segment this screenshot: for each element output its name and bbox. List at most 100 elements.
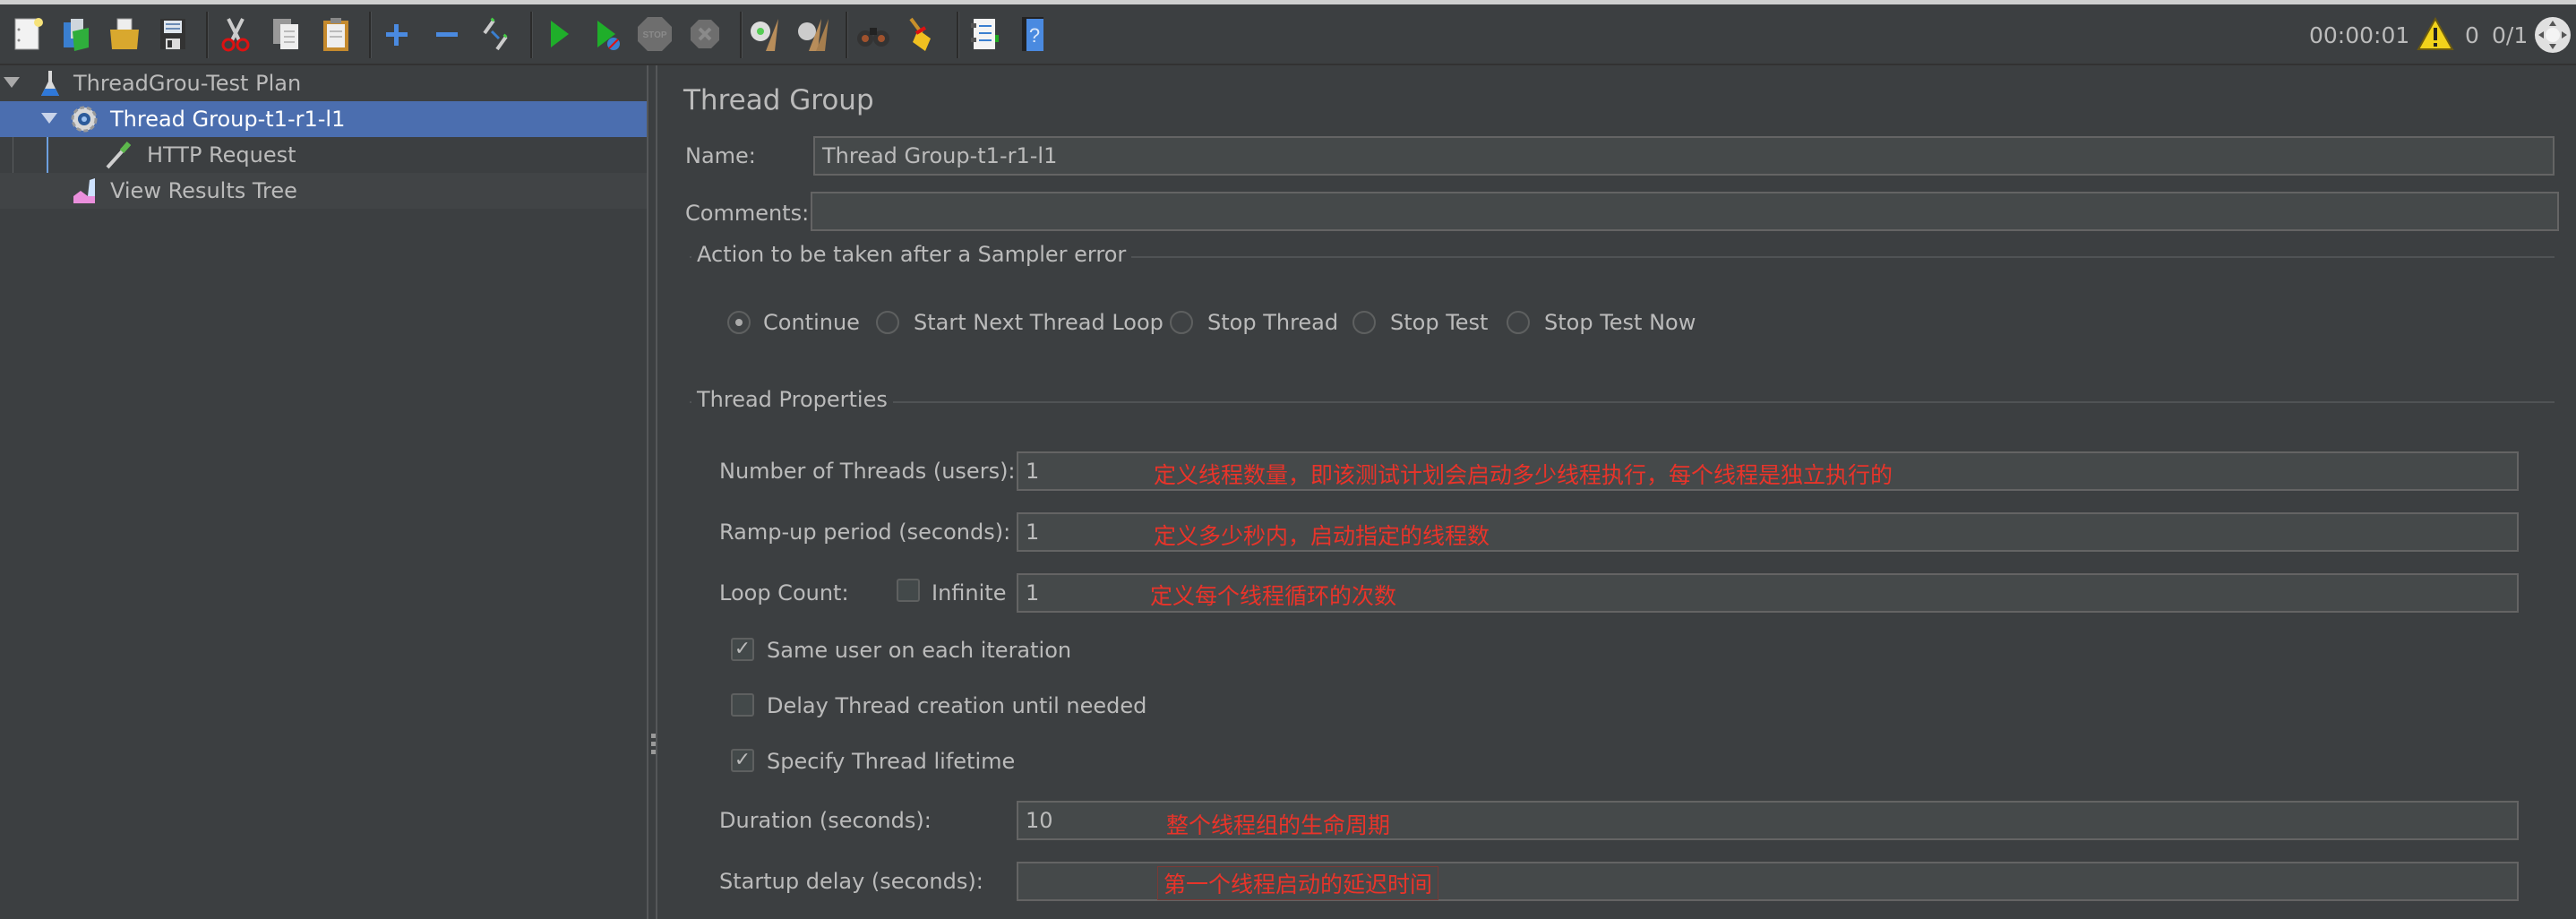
toolbar-separator [846, 12, 848, 58]
startup-delay-annotation: 第一个线程启动的延迟时间 [1157, 866, 1439, 900]
paste-icon [323, 18, 348, 51]
infinite-checkbox[interactable] [897, 579, 920, 602]
specify-lifetime-label: Specify Thread lifetime [767, 749, 1016, 774]
remote-status-icon[interactable] [2533, 15, 2572, 58]
expand-all-button[interactable] [376, 13, 417, 55]
chevron-down-icon[interactable] [41, 113, 57, 124]
radio-label: Stop Test Now [1544, 310, 1696, 335]
open-icon [110, 18, 139, 49]
reset-search-button[interactable] [901, 13, 942, 55]
tree-item-label: Thread Group-t1-r1-l1 [110, 107, 346, 132]
shutdown-button[interactable] [684, 13, 726, 55]
name-field[interactable]: Thread Group-t1-r1-l1 [813, 136, 2555, 176]
loop-count-label: Loop Count: [719, 580, 849, 606]
cut-icon [221, 18, 250, 52]
tree-item-thread-group[interactable]: Thread Group-t1-r1-l1 [0, 101, 647, 137]
delay-thread-creation-checkbox[interactable] [731, 693, 754, 717]
radio-label: Stop Test [1390, 310, 1489, 335]
num-threads-annotation: 定义线程数量，即该测试计划会启动多少线程执行，每个线程是独立执行的 [1154, 462, 1893, 488]
duration-label: Duration (seconds): [719, 808, 932, 833]
search-button[interactable] [853, 13, 894, 55]
collapse-all-button[interactable] [426, 13, 468, 55]
start-button[interactable] [537, 13, 579, 55]
name-label: Name: [685, 143, 756, 168]
active-threads: 0/1 [2492, 22, 2529, 48]
panel-splitter[interactable] [647, 65, 657, 919]
tree-item-test-plan[interactable]: ThreadGrou-Test Plan [0, 65, 647, 101]
tree-item-label: HTTP Request [147, 142, 296, 167]
chevron-down-icon[interactable] [4, 77, 20, 88]
test-plan-tree: ThreadGrou-Test Plan Thread Group-t1-r1-… [0, 65, 647, 919]
new-button[interactable] [7, 13, 48, 55]
elapsed-time: 00:00:01 [2309, 22, 2410, 48]
thread-group-icon [71, 106, 98, 133]
toolbar-separator [740, 12, 743, 58]
tree-selection-guide [47, 137, 48, 173]
shutdown-icon [691, 20, 719, 48]
error-count: 0 [2465, 22, 2479, 48]
specify-lifetime-checkbox[interactable]: ✓ [731, 749, 754, 772]
sampler-error-section-title: Action to be taken after a Sampler error [691, 242, 1132, 267]
radio-button[interactable] [727, 311, 751, 334]
radio-label: Start Next Thread Loop [914, 310, 1163, 335]
svg-text:?: ? [1029, 24, 1040, 47]
same-user-checkbox[interactable]: ✓ [731, 638, 754, 661]
copy-icon [273, 19, 298, 49]
clear-icon [751, 19, 778, 51]
tree-item-view-results-tree[interactable]: View Results Tree [0, 173, 647, 209]
radio-label: Stop Thread [1207, 310, 1339, 335]
splitter-grip [651, 742, 656, 746]
section-border [690, 401, 2555, 403]
new-icon [14, 18, 43, 50]
comments-label: Comments: [685, 201, 810, 226]
toolbar-separator [530, 12, 533, 58]
delay-thread-creation-label: Delay Thread creation until needed [767, 693, 1147, 718]
toolbar-separator [957, 12, 959, 58]
start-no-pauses-icon [597, 21, 620, 50]
tree-item-label: ThreadGrou-Test Plan [73, 71, 302, 96]
templates-button[interactable] [56, 13, 97, 55]
copy-button[interactable] [265, 13, 306, 55]
panel-title: Thread Group [683, 84, 874, 116]
expand-icon [386, 24, 408, 46]
stop-button[interactable]: STOP [634, 13, 675, 55]
reset-search-icon [909, 17, 931, 51]
results-tree-icon [73, 178, 95, 203]
paste-button[interactable] [315, 13, 356, 55]
function-helper-button[interactable] [964, 13, 1005, 55]
tree-item-http-request[interactable]: HTTP Request [0, 137, 647, 173]
warning-icon[interactable] [2416, 16, 2455, 56]
open-button[interactable] [104, 13, 145, 55]
cut-button[interactable] [215, 13, 256, 55]
toolbar-separator [369, 12, 372, 58]
radio-button[interactable] [1170, 311, 1193, 334]
tree-item-label: View Results Tree [110, 178, 297, 203]
stop-icon: STOP [638, 17, 672, 51]
num-threads-label: Number of Threads (users): [719, 459, 1016, 484]
function-helper-icon [971, 19, 999, 49]
rampup-label: Ramp-up period (seconds): [719, 520, 1011, 545]
svg-text:STOP: STOP [642, 30, 666, 40]
comments-field[interactable] [811, 192, 2559, 231]
http-sampler-icon [106, 142, 132, 169]
radio-button[interactable] [1352, 311, 1376, 334]
rampup-annotation: 定义多少秒内，启动指定的线程数 [1154, 523, 1490, 549]
save-button[interactable] [152, 13, 193, 55]
clear-all-icon [798, 19, 829, 51]
save-icon [160, 19, 185, 49]
start-no-pauses-button[interactable] [586, 13, 627, 55]
toggle-button[interactable] [475, 13, 516, 55]
splitter-grip [651, 734, 656, 738]
clear-all-button[interactable] [792, 13, 833, 55]
clear-button[interactable] [743, 13, 785, 55]
loop-count-annotation: 定义每个线程循环的次数 [1150, 583, 1397, 609]
radio-button[interactable] [876, 311, 899, 334]
splitter-grip [651, 750, 656, 754]
toolbar-separator [206, 12, 209, 58]
help-icon: ? [1022, 17, 1043, 51]
help-button[interactable]: ? [1012, 13, 1053, 55]
collapse-icon [436, 32, 458, 37]
radio-button[interactable] [1507, 311, 1530, 334]
duration-annotation: 整个线程组的生命周期 [1166, 812, 1391, 838]
startup-delay-label: Startup delay (seconds): [719, 869, 983, 894]
